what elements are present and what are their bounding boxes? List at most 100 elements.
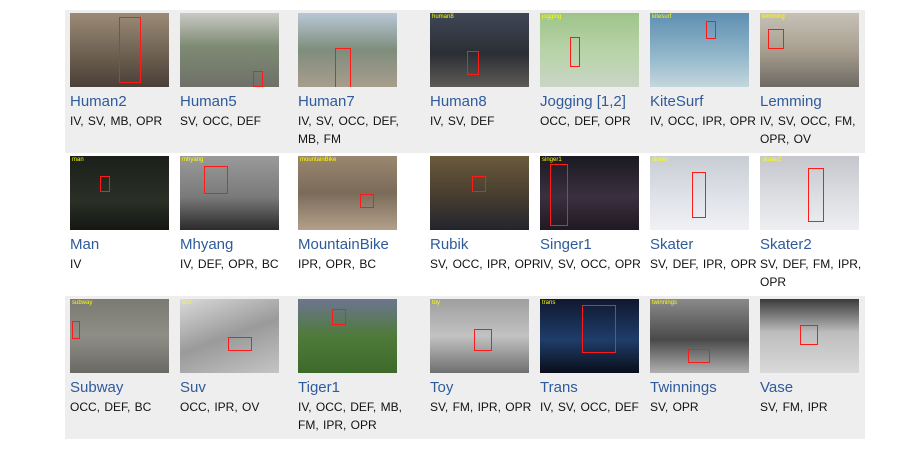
sequence-name-link[interactable]: Man [70,236,99,253]
sequence-name-link[interactable]: Vase [760,379,793,396]
sequence-thumbnail[interactable]: toy [430,299,529,373]
tracking-bounding-box [467,51,479,75]
sequence-name-link[interactable]: Human8 [430,93,487,110]
sequence-thumbnail[interactable]: skater [650,156,749,230]
sequence-name-link[interactable]: Toy [430,379,453,396]
sequence-name-link[interactable]: Human5 [180,93,237,110]
sequence-thumbnail[interactable] [298,299,397,373]
sequence-thumbnail[interactable]: subway [70,299,169,373]
sequence-cell-singer1: singer1 Singer1 IV, SV, OCC, OPR [535,153,645,296]
sequence-thumbnail[interactable]: lemming [760,13,859,87]
sequence-thumbnail[interactable]: kitesurf [650,13,749,87]
sequence-cell-trans: trans Trans IV, SV, OCC, DEF [535,296,645,439]
tracking-bounding-box [472,176,486,192]
sequence-cell-human8: human8 Human8 IV, SV, DEF [425,10,535,153]
sequence-attributes: IV, OCC, IPR, OPR [650,114,756,128]
sequence-name-link[interactable]: MountainBike [298,236,389,253]
tracking-bounding-box [72,321,80,339]
sequence-name-link[interactable]: Tiger1 [298,379,340,396]
thumbnail-label: human8 [432,14,454,20]
sequence-cell-skater2: skater2 Skater2 SV, DEF, FM, IPR, OPR [755,153,865,296]
sequence-thumbnail[interactable]: jogging [540,13,639,87]
sequence-name-link[interactable]: Subway [70,379,123,396]
sequence-thumbnail[interactable]: suv [180,299,279,373]
sequence-thumbnail[interactable]: singer1 [540,156,639,230]
sequence-cell-mhyang: mhyang Mhyang IV, DEF, OPR, BC [175,153,293,296]
sequence-attributes: SV, OPR [650,400,699,414]
tracking-bounding-box [253,71,263,87]
sequence-row-1: Human2 IV, SV, MB, OPR Human5 SV, OCC, DEF H… [65,10,865,153]
sequence-cell-kitesurf: kitesurf KiteSurf IV, OCC, IPR, OPR [645,10,756,153]
sequence-cell-tiger1: Tiger1 IV, OCC, DEF, MB, FM, IPR, OPR [293,296,425,439]
sequence-thumbnail[interactable]: mhyang [180,156,279,230]
sequence-attributes: SV, FM, IPR [760,400,828,414]
sequence-attributes: IV, SV, OCC, FM, OPR, OV [760,114,856,146]
sequence-thumbnail[interactable] [180,13,279,87]
sequence-row-2: man Man IV mhyang Mhyang IV, DEF, OPR, BC moun… [65,153,865,296]
sequence-attributes: IV, SV, MB, OPR [70,114,163,128]
sequence-thumbnail[interactable]: man [70,156,169,230]
sequence-name-link[interactable]: Skater [650,236,693,253]
sequence-name-link[interactable]: Skater2 [760,236,812,253]
sequence-cell-human5: Human5 SV, OCC, DEF [175,10,293,153]
sequence-name-link[interactable]: KiteSurf [650,93,703,110]
sequence-cell-mountainbike: mountainBike MountainBike IPR, OPR, BC [293,153,425,296]
sequence-attributes: OCC, IPR, OV [180,400,260,414]
sequence-cell-human2: Human2 IV, SV, MB, OPR [65,10,175,153]
sequence-attributes: IPR, OPR, BC [298,257,377,271]
thumbnail-label: lemming [762,14,785,20]
sequence-cell-suv: suv Suv OCC, IPR, OV [175,296,293,439]
sequence-thumbnail[interactable]: trans [540,299,639,373]
tracking-bounding-box [204,166,228,194]
sequence-grid: Human2 IV, SV, MB, OPR Human5 SV, OCC, DEF H… [65,10,865,439]
sequence-cell-human7: Human7 IV, SV, OCC, DEF, MB, FM [293,10,425,153]
sequence-name-link[interactable]: Mhyang [180,236,233,253]
thumbnail-label: skater2 [762,157,782,163]
sequence-name-link[interactable]: Human2 [70,93,127,110]
sequence-thumbnail[interactable]: twinnings [650,299,749,373]
tracking-bounding-box [808,168,824,222]
thumbnail-label: twinnings [652,300,678,306]
tracking-bounding-box [228,337,252,351]
sequence-row-3: subway Subway OCC, DEF, BC suv Suv OCC, IPR, … [65,296,865,439]
thumbnail-label: subway [72,300,93,306]
sequence-cell-toy: toy Toy SV, FM, IPR, OPR [425,296,535,439]
sequence-attributes: IV [70,257,82,271]
sequence-thumbnail[interactable] [70,13,169,87]
sequence-name-link[interactable]: Human7 [298,93,355,110]
thumbnail-label: toy [432,300,441,306]
sequence-thumbnail[interactable] [760,299,859,373]
tracking-bounding-box [706,21,716,39]
sequence-name-link[interactable]: Suv [180,379,206,396]
sequence-cell-rubik: Rubik SV, OCC, IPR, OPR [425,153,541,296]
sequence-cell-jogging-1-2: jogging Jogging [1,2] OCC, DEF, OPR [535,10,645,153]
tracking-bounding-box [335,48,351,87]
sequence-thumbnail[interactable] [430,156,529,230]
tracking-bounding-box [332,309,346,325]
sequence-thumbnail[interactable]: mountainBike [298,156,397,230]
thumbnail-label: suv [182,300,192,306]
sequence-attributes: IV, SV, OCC, OPR [540,257,641,271]
thumbnail-label: jogging [542,14,562,20]
sequence-name-link[interactable]: Trans [540,379,578,396]
sequence-name-link[interactable]: Jogging [1,2] [540,93,626,110]
sequence-thumbnail[interactable] [298,13,397,87]
thumbnail-label: mhyang [182,157,204,163]
tracking-bounding-box [100,176,110,192]
sequence-name-link[interactable]: Singer1 [540,236,592,253]
sequence-name-link[interactable]: Rubik [430,236,468,253]
sequence-cell-man: man Man IV [65,153,175,296]
tracking-bounding-box [474,329,492,351]
sequence-name-link[interactable]: Twinnings [650,379,717,396]
thumbnail-label: mountainBike [300,157,337,163]
thumbnail-label: skater [652,157,669,163]
sequence-thumbnail[interactable]: human8 [430,13,529,87]
thumbnail-label: trans [542,300,556,306]
tracking-bounding-box [119,17,141,83]
tracking-bounding-box [800,325,818,345]
sequence-name-link[interactable]: Lemming [760,93,822,110]
sequence-cell-subway: subway Subway OCC, DEF, BC [65,296,175,439]
sequence-thumbnail[interactable]: skater2 [760,156,859,230]
tracking-bounding-box [688,349,710,363]
sequence-attributes: SV, DEF, FM, IPR, OPR [760,257,862,289]
